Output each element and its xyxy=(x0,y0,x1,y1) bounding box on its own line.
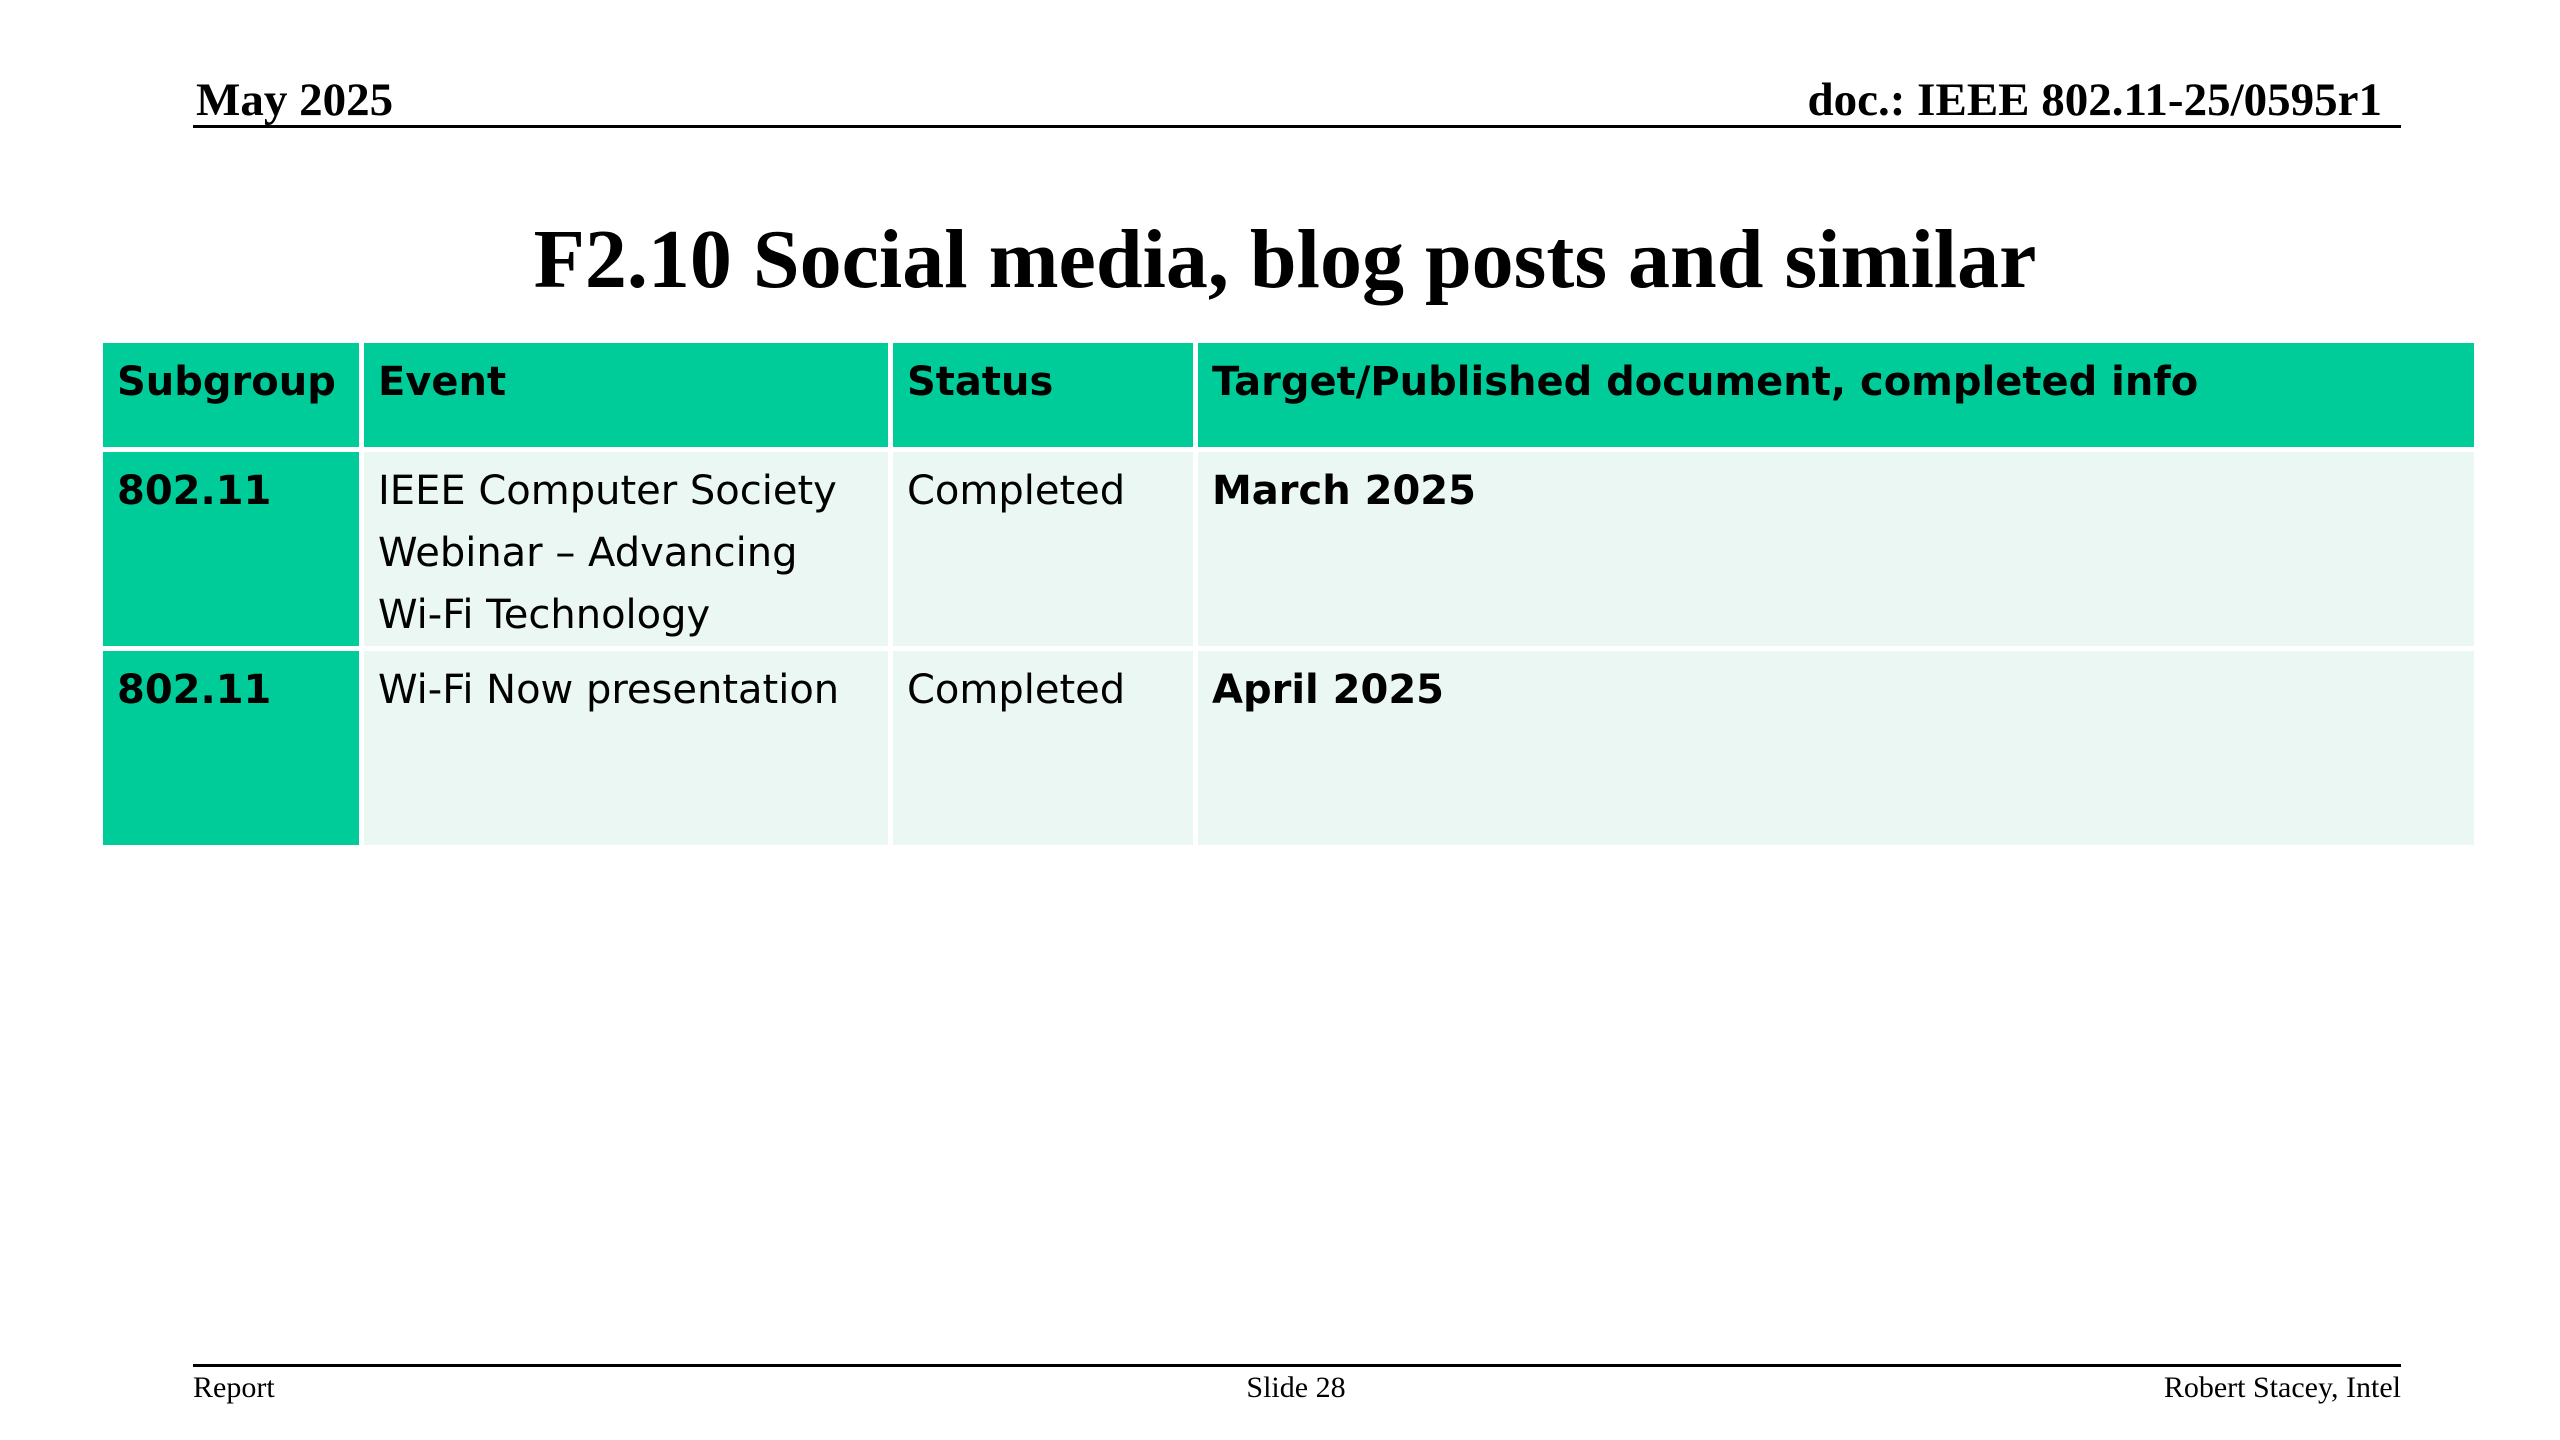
footer-author: Robert Stacey, Intel xyxy=(2163,1371,2401,1404)
header-rule xyxy=(193,125,2401,128)
header-doc-number: doc.: IEEE 802.11-25/0595r1 xyxy=(1807,74,2382,126)
cell-event: Wi-Fi Now presentation xyxy=(359,646,893,850)
cell-target: March 2025 xyxy=(1193,447,2479,651)
table-row: 802.11 IEEE Computer Society Webinar – A… xyxy=(98,447,2479,651)
cell-target: April 2025 xyxy=(1193,646,2479,850)
header-date: May 2025 xyxy=(196,74,394,126)
cell-subgroup: 802.11 xyxy=(98,646,364,850)
column-header-event: Event xyxy=(359,338,893,452)
slide-title: F2.10 Social media, blog posts and simil… xyxy=(533,213,2037,306)
column-header-target: Target/Published document, completed inf… xyxy=(1193,338,2479,452)
cell-event: IEEE Computer Society Webinar – Advancin… xyxy=(359,447,893,651)
column-header-subgroup: Subgroup xyxy=(98,338,364,452)
footer-rule xyxy=(193,1364,2401,1367)
status-table: Subgroup Event Status Target/Published d… xyxy=(98,338,2479,850)
cell-status: Completed xyxy=(888,646,1198,850)
table-row: 802.11 Wi-Fi Now presentation Completed … xyxy=(98,646,2479,850)
cell-status: Completed xyxy=(888,447,1198,651)
slide: May 2025 doc.: IEEE 802.11-25/0595r1 F2.… xyxy=(0,0,2560,1440)
table-header-row: Subgroup Event Status Target/Published d… xyxy=(98,338,2479,452)
cell-subgroup: 802.11 xyxy=(98,447,364,651)
column-header-status: Status xyxy=(888,338,1198,452)
